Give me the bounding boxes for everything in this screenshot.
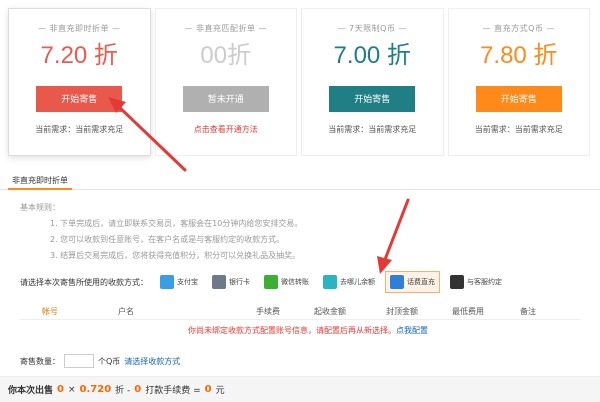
empty-text: 你尚未绑定收款方式配置账号信息，请配置后再从新选择。 — [188, 326, 396, 335]
start-consign-button[interactable]: 开始寄售 — [36, 86, 123, 112]
tab-instant-discount[interactable]: 非直充即时折单 — [8, 174, 72, 190]
card-title: — 非直充即时折单 — — [37, 24, 121, 33]
payment-label: 请选择本次寄售所使用的收款方式： — [20, 277, 148, 287]
quantity-input[interactable] — [64, 354, 94, 368]
summary-total: 0 — [204, 384, 212, 395]
card-title: — 直充方式Q币 — — [482, 24, 555, 33]
rule-item: 1. 下单完成后，请立即联系交易员，客服会在10分钟内给您安排交易。 — [50, 219, 303, 228]
payment-option-bank-card[interactable]: 银行卡 — [208, 271, 254, 293]
wechat-icon — [264, 275, 278, 289]
basic-rules: 基本规则： 1. 下单完成后，请立即联系交易员，客服会在10分钟内给您安排交易。… — [20, 200, 302, 264]
card-title: — 非直充匹配折单 — — [184, 24, 268, 33]
quantity-row: 寄售数量： 个Q币 请选择收款方式 — [20, 353, 180, 369]
table-empty-message: 你尚未绑定收款方式配置账号信息，请配置后再从新选择。点我配置 — [188, 325, 428, 336]
alipay-icon — [160, 275, 174, 289]
summary-fee-label: 打款手续费 = — [145, 386, 201, 396]
card-direct-qcoin[interactable]: — 直充方式Q币 — 7.80 折 开始寄售 当前需求：当前需求充足 — [447, 8, 590, 156]
not-available-button[interactable]: 暂未开通 — [182, 86, 269, 112]
rule-item: 3. 结算后交易完成后，您将获得充值积分，积分可以兑换礼品及抽奖。 — [50, 251, 301, 260]
card-title: — 7天限制Q币 — — [337, 24, 407, 33]
times-symbol: × — [67, 384, 76, 395]
payment-option-agreed[interactable]: 与客服约定 — [446, 271, 506, 293]
demand-status: 当前需求：当前需求充足 — [474, 125, 563, 134]
discount-rate: 7.80 折 — [480, 42, 558, 69]
column-min-amount: 起收金额 — [314, 307, 346, 316]
rule-item: 2. 您可以收款到任意账号，在客户名或是与客服约定的收款方式。 — [50, 235, 285, 244]
phone-recharge-icon — [390, 275, 404, 289]
card-matched-discount[interactable]: — 非直充匹配折单 — 00折 暂未开通 点击查看开通方法 — [154, 8, 297, 156]
payment-option-wechat[interactable]: 微信转账 — [260, 271, 313, 293]
quantity-unit: 个Q币 — [98, 356, 121, 366]
payment-method-selector: 请选择本次寄售所使用的收款方式： 支付宝 银行卡 微信转账 去哪儿余额 话费直充… — [20, 270, 506, 294]
summary-fee: 0 — [134, 384, 142, 395]
discount-rate: 00折 — [200, 42, 252, 69]
wallet-icon — [323, 275, 337, 289]
card-7day-qcoin[interactable]: — 7天限制Q币 — 7.00 折 开始寄售 当前需求：当前需求充足 — [301, 8, 444, 156]
open-method-link[interactable]: 点击查看开通方法 — [156, 124, 297, 135]
payment-option-label: 微信转账 — [281, 278, 309, 286]
summary-prefix: 你本次出售 — [8, 386, 54, 396]
column-fee: 手续费 — [256, 307, 280, 316]
quantity-label: 寄售数量： — [20, 356, 60, 366]
discount-rate: 7.00 折 — [333, 42, 411, 69]
start-consign-button[interactable]: 开始寄售 — [475, 86, 562, 112]
select-payment-link[interactable]: 请选择收款方式 — [124, 356, 180, 367]
summary-rate-unit: 折 - — [115, 386, 131, 396]
account-table-header: 帐号 户名 手续费 起收金额 封顶金额 最低费用 备注 — [20, 302, 580, 320]
consignment-options: — 非直充即时折单 — 7.20 折 开始寄售 当前需求：当前需求充足 — 非直… — [8, 8, 590, 156]
summary-rate: 0.720 — [79, 384, 112, 395]
chat-icon — [450, 275, 464, 289]
start-consign-button[interactable]: 开始寄售 — [329, 86, 416, 112]
payment-option-alipay[interactable]: 支付宝 — [156, 271, 202, 293]
card-instant-discount[interactable]: — 非直充即时折单 — 7.20 折 开始寄售 当前需求：当前需求充足 — [8, 8, 151, 156]
column-remark: 备注 — [520, 307, 536, 316]
sale-summary: 你本次出售 0 × 0.720 折 - 0 打款手续费 = 0 元 — [0, 376, 600, 402]
column-min-fee: 最低费用 — [452, 307, 484, 316]
discount-rate: 7.20 折 — [40, 42, 118, 69]
payment-option-label: 支付宝 — [177, 278, 198, 286]
demand-status: 当前需求：当前需求充足 — [328, 125, 417, 134]
demand-status: 当前需求：当前需求充足 — [35, 125, 124, 134]
payment-option-label: 银行卡 — [229, 278, 250, 286]
column-account: 帐号 — [42, 307, 58, 316]
payment-option-wallet[interactable]: 去哪儿余额 — [319, 271, 379, 293]
column-holder: 户名 — [118, 307, 134, 316]
column-max-amount: 封顶金额 — [386, 307, 418, 316]
payment-option-label: 去哪儿余额 — [340, 278, 375, 286]
bank-card-icon — [212, 275, 226, 289]
payment-option-label: 与客服约定 — [467, 278, 502, 286]
summary-currency: 元 — [215, 386, 225, 396]
arrow-to-phone-recharge — [377, 198, 410, 274]
payment-option-phone-recharge[interactable]: 话费直充 — [385, 271, 440, 293]
configure-link[interactable]: 点我配置 — [396, 326, 428, 335]
summary-qty: 0 — [57, 384, 64, 395]
tab-bar: 非直充即时折单 — [0, 172, 600, 190]
payment-option-label: 话费直充 — [407, 278, 435, 286]
rules-heading: 基本规则： — [20, 203, 60, 212]
